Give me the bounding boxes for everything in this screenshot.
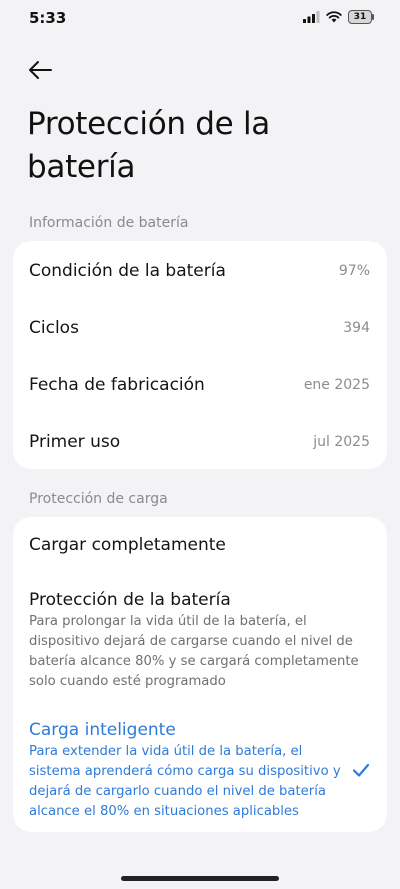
option-description: Para extender la vida útil de la batería… [29,744,341,819]
signal-icon [303,11,320,23]
option-description: Para prolongar la vida útil de la baterí… [29,614,359,689]
option-title: Protección de la batería [29,590,231,610]
info-value: ene 2025 [303,376,370,393]
battery-info-card: Condición de la batería 97% Ciclos 394 F… [13,241,387,469]
status-bar: 5:33 31 [0,0,400,36]
check-icon [352,763,370,777]
battery-icon: 31 [348,10,374,24]
wifi-icon [326,11,342,23]
option-title: Cargar completamente [29,535,226,555]
back-button[interactable] [22,52,58,88]
charge-protection-card: Cargar completamente Protección de la ba… [13,517,387,832]
info-value: 97% [338,262,370,279]
status-icons: 31 [303,10,374,24]
info-row-first-use: Primer uso jul 2025 [13,413,387,470]
section-header-battery-info: Información de batería [29,215,189,231]
info-value: jul 2025 [313,433,370,450]
section-header-charge-protection: Protección de carga [29,491,168,507]
info-row-cycles: Ciclos 394 [13,299,387,356]
info-label: Fecha de fabricación [29,374,205,395]
option-smart-charging[interactable]: Carga inteligente Para extender la vida … [29,720,344,822]
status-time: 5:33 [29,9,67,27]
info-label: Ciclos [29,317,79,338]
arrow-left-icon [29,61,52,79]
info-row-manufacture-date: Fecha de fabricación ene 2025 [13,356,387,413]
option-title: Carga inteligente [29,720,176,740]
info-row-condition: Condición de la batería 97% [13,242,387,299]
info-value: 394 [343,319,370,336]
info-label: Primer uso [29,431,121,452]
home-indicator[interactable] [121,876,279,881]
page-title: Protección de la batería [27,106,270,185]
option-full-charge[interactable]: Cargar completamente [29,535,374,555]
info-label: Condición de la batería [29,260,226,281]
option-battery-protection[interactable]: Protección de la batería Para prolongar … [29,590,374,692]
